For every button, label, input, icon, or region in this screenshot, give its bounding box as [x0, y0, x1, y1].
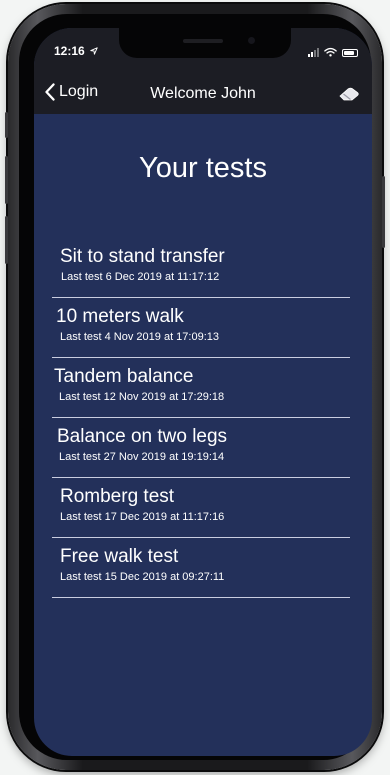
- power-button: [382, 176, 385, 248]
- speaker-grille: [183, 39, 223, 43]
- test-item-tandem-balance[interactable]: Tandem balance Last test 12 Nov 2019 at …: [52, 366, 350, 418]
- nav-title: Welcome John: [150, 85, 256, 102]
- battery-icon: [342, 49, 358, 57]
- phone-frame: 12:16 Login Welcome John Your tests Sit …: [5, 4, 385, 770]
- volume-down-button: [5, 216, 8, 264]
- status-time: 12:16: [54, 44, 98, 58]
- test-last-date: Last test 27 Nov 2019 at 19:19:14: [59, 451, 225, 463]
- status-time-text: 12:16: [54, 44, 85, 58]
- test-last-date: Last test 4 Nov 2019 at 17:09:13: [60, 331, 220, 343]
- front-camera: [248, 37, 255, 44]
- test-item-romberg-test[interactable]: Romberg test Last test 17 Dec 2019 at 11…: [52, 486, 350, 538]
- mute-switch: [5, 112, 8, 138]
- test-last-date: Last test 6 Dec 2019 at 11:17:12: [61, 271, 220, 283]
- navigation-bar: Login Welcome John: [34, 74, 372, 114]
- location-arrow-icon: [90, 47, 98, 55]
- test-name: Sit to stand transfer: [60, 246, 225, 267]
- wifi-icon: [324, 47, 337, 57]
- test-last-date: Last test 17 Dec 2019 at 11:17:16: [60, 511, 225, 523]
- page-title: Your tests: [139, 152, 267, 184]
- test-name: Free walk test: [60, 546, 179, 567]
- test-item-balance-on-two-legs[interactable]: Balance on two legs Last test 27 Nov 201…: [52, 426, 350, 478]
- test-name: Tandem balance: [54, 366, 194, 387]
- notch: [119, 28, 291, 58]
- test-last-date: Last test 15 Dec 2019 at 09:27:11: [60, 571, 225, 583]
- test-name: Romberg test: [60, 486, 175, 507]
- eraser-icon: [339, 87, 359, 101]
- test-name: 10 meters walk: [56, 306, 184, 327]
- status-icons: [308, 45, 358, 57]
- test-item-free-walk-test[interactable]: Free walk test Last test 15 Dec 2019 at …: [52, 546, 350, 598]
- app-screen: 12:16 Login Welcome John Your tests Sit …: [34, 28, 372, 756]
- status-bar: 12:16: [34, 28, 372, 74]
- test-last-date: Last test 12 Nov 2019 at 17:29:18: [59, 391, 225, 403]
- volume-up-button: [5, 156, 8, 204]
- test-item-10-meters-walk[interactable]: 10 meters walk Last test 4 Nov 2019 at 1…: [52, 306, 350, 358]
- eraser-button[interactable]: [338, 86, 360, 107]
- test-item-sit-to-stand-transfer[interactable]: Sit to stand transfer Last test 6 Dec 20…: [52, 246, 350, 298]
- cellular-signal-icon: [308, 48, 319, 57]
- test-name: Balance on two legs: [57, 426, 228, 447]
